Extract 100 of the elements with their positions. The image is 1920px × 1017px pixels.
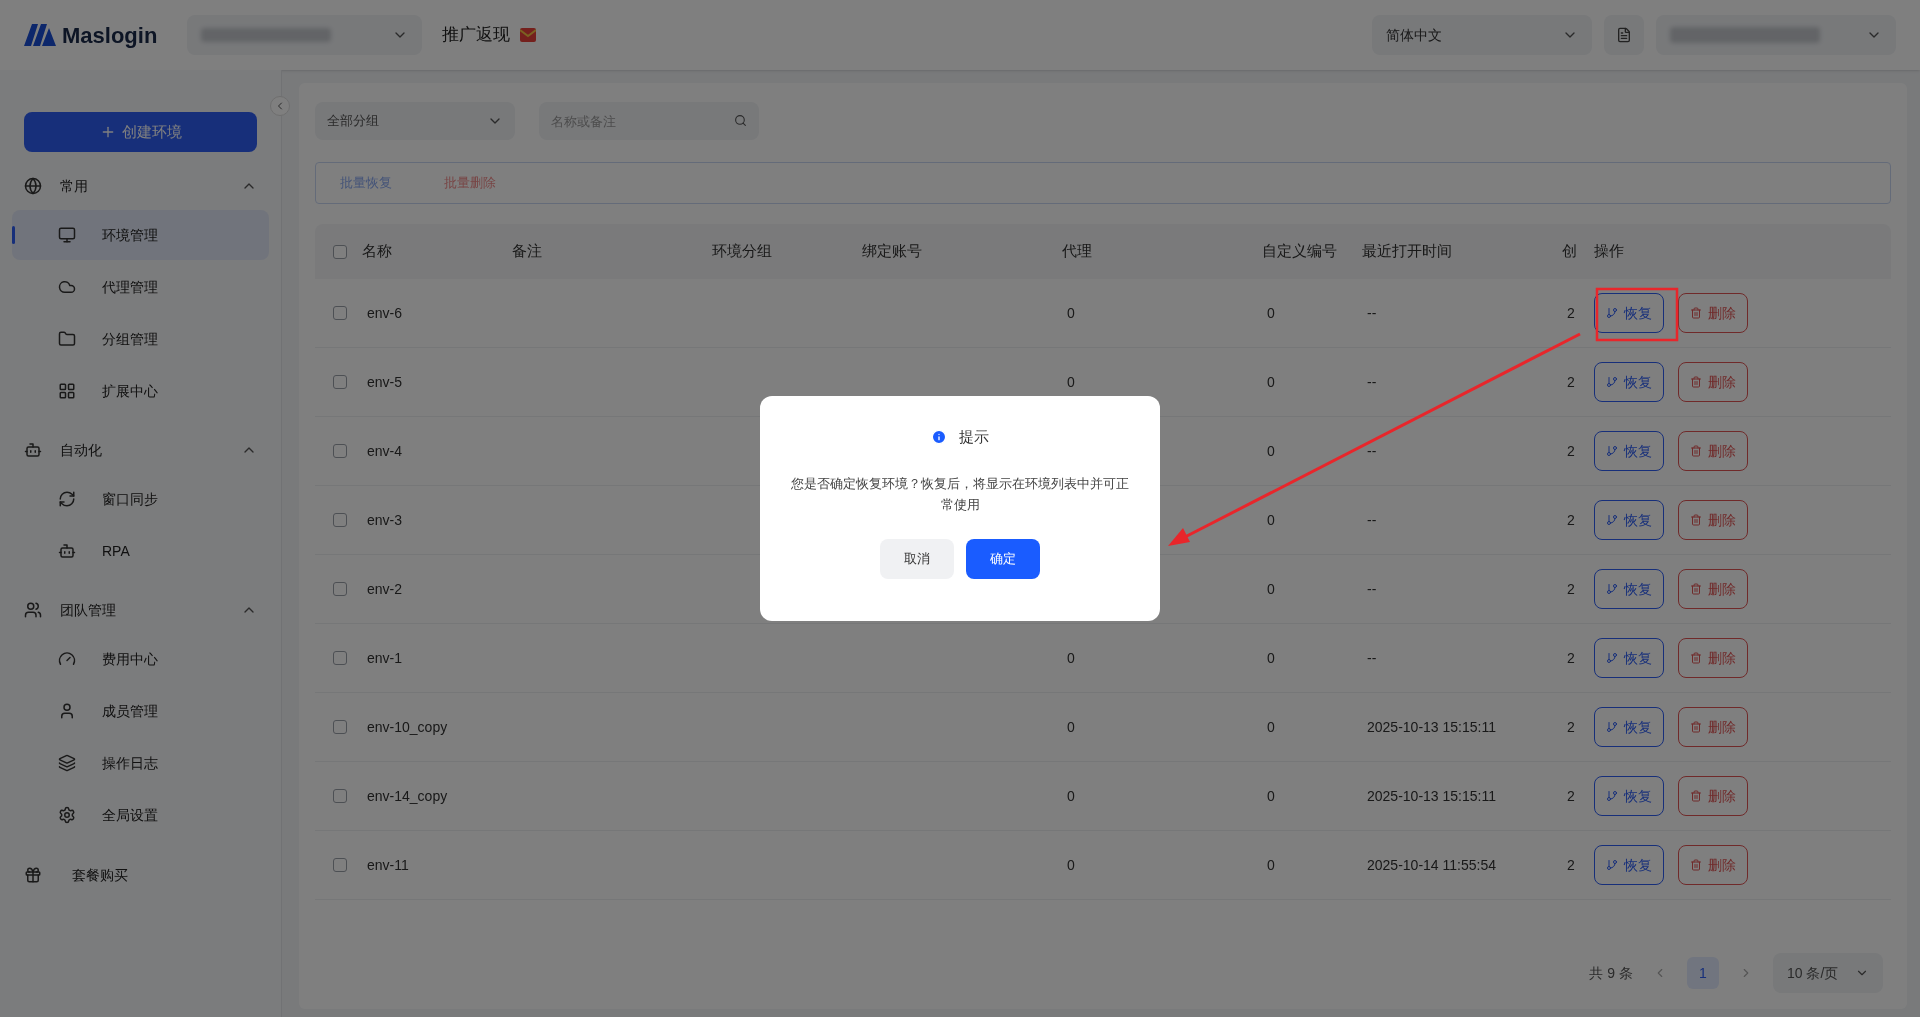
sidebar-item[interactable]: RPA: [12, 526, 269, 576]
sidebar-section[interactable]: 常用: [12, 164, 269, 208]
table-cell-text: 0: [1066, 648, 1075, 668]
restore-button[interactable]: 恢复: [1594, 845, 1664, 885]
checkbox[interactable]: [333, 582, 347, 596]
restore-button[interactable]: 恢复: [1594, 431, 1664, 471]
table-cell-text: --: [1366, 303, 1377, 323]
column-header: 绑定账号: [862, 241, 923, 262]
delete-button[interactable]: 删除: [1678, 569, 1748, 609]
table-cell-text: env-11: [366, 855, 410, 875]
column-header: 名称: [362, 241, 393, 262]
table-cell-text: 2: [1566, 786, 1575, 806]
sync-icon: [58, 490, 76, 508]
checkbox[interactable]: [333, 858, 347, 872]
table-cell-text: 0: [1066, 372, 1075, 392]
checkbox[interactable]: [333, 651, 347, 665]
table-cell-text: 2: [1566, 510, 1575, 530]
table-cell-text: 0: [1266, 510, 1275, 530]
table-cell-text: 2: [1566, 717, 1575, 737]
group-select[interactable]: 全部分组: [315, 102, 515, 140]
sidebar-item[interactable]: 分组管理: [12, 314, 269, 364]
delete-button[interactable]: 删除: [1678, 776, 1748, 816]
table-cell-text: 2025-10-13 15:15:11: [1366, 786, 1496, 806]
checkbox[interactable]: [333, 244, 347, 259]
sidebar-section[interactable]: 自动化: [12, 428, 269, 472]
user-select[interactable]: [1656, 15, 1896, 55]
table-cell-text: 0: [1066, 786, 1075, 806]
restore-button[interactable]: 恢复: [1594, 569, 1664, 609]
branch-icon: [1606, 721, 1618, 733]
users-icon: [24, 601, 42, 619]
language-select[interactable]: 简体中文: [1372, 15, 1592, 55]
cancel-button[interactable]: 取消: [880, 538, 954, 579]
robot-icon: [24, 441, 42, 459]
sidebar-item[interactable]: 全局设置: [12, 790, 269, 840]
column-header: 备注: [512, 241, 543, 262]
trash-icon: [1690, 583, 1702, 595]
page-button[interactable]: 1: [1687, 957, 1719, 989]
branch-icon: [1606, 859, 1618, 871]
delete-button[interactable]: 删除: [1678, 293, 1748, 333]
restore-button[interactable]: 恢复: [1594, 776, 1664, 816]
table-cell-text: --: [1366, 579, 1377, 599]
globe-icon: [24, 177, 42, 195]
sidebar-item[interactable]: 操作日志: [12, 738, 269, 788]
confirm-button[interactable]: 确定: [966, 538, 1040, 579]
checkbox[interactable]: [333, 306, 347, 320]
page-size-select[interactable]: 10 条/页: [1773, 953, 1883, 993]
table-cell-text: 2: [1566, 372, 1575, 392]
monitor-icon: [58, 226, 76, 244]
trash-icon: [1690, 721, 1702, 733]
table-cell-text: env-2: [366, 579, 404, 599]
delete-button[interactable]: 删除: [1678, 638, 1748, 678]
column-header: 环境分组: [712, 241, 773, 262]
layers-icon: [58, 754, 76, 772]
delete-button[interactable]: 删除: [1678, 845, 1748, 885]
restore-button[interactable]: 恢复: [1594, 500, 1664, 540]
sidebar-item[interactable]: 扩展中心: [12, 366, 269, 416]
checkbox[interactable]: [333, 720, 347, 734]
delete-button[interactable]: 删除: [1678, 431, 1748, 471]
sidebar-item[interactable]: 代理管理: [12, 262, 269, 312]
document-button[interactable]: [1604, 15, 1644, 55]
checkbox[interactable]: [333, 444, 347, 458]
delete-button[interactable]: 删除: [1678, 500, 1748, 540]
restore-button[interactable]: 恢复: [1594, 362, 1664, 402]
table-cell-text: 2: [1566, 855, 1575, 875]
delete-button[interactable]: 删除: [1678, 362, 1748, 402]
logo-icon: [24, 24, 56, 46]
gift-icon: [24, 866, 42, 884]
create-button[interactable]: 创建环境: [24, 112, 257, 152]
sidebar-item[interactable]: 环境管理: [12, 210, 269, 260]
cloud-icon: [58, 278, 76, 296]
dialog-title: 提示: [959, 427, 989, 447]
table-cell-text: --: [1366, 372, 1377, 392]
sidebar-item[interactable]: 窗口同步: [12, 474, 269, 524]
table-cell-text: --: [1366, 441, 1377, 461]
branch-icon: [1606, 376, 1618, 388]
checkbox[interactable]: [333, 513, 347, 527]
restore-button[interactable]: 恢复: [1594, 638, 1664, 678]
column-header: 自定义编号: [1262, 241, 1338, 262]
account-select[interactable]: [187, 15, 423, 55]
trash-icon: [1690, 445, 1702, 457]
sidebar-item[interactable]: 成员管理: [12, 686, 269, 736]
total-count: 共 9 条: [1589, 963, 1633, 983]
checkbox[interactable]: [333, 375, 347, 389]
column-header: 操作: [1594, 241, 1625, 262]
promo-link[interactable]: 推广返现: [442, 22, 511, 48]
sidebar-section[interactable]: 团队管理: [12, 588, 269, 632]
trash-icon: [1690, 307, 1702, 319]
table-cell-text: 0: [1266, 372, 1275, 392]
checkbox[interactable]: [333, 789, 347, 803]
gauge-icon: [58, 650, 76, 668]
table-cell-text: 2: [1566, 441, 1575, 461]
sidebar-item[interactable]: 费用中心: [12, 634, 269, 684]
grid-icon: [58, 382, 76, 400]
restore-button[interactable]: 恢复: [1594, 293, 1664, 333]
trash-icon: [1690, 652, 1702, 664]
restore-button[interactable]: 恢复: [1594, 707, 1664, 747]
delete-button[interactable]: 删除: [1678, 707, 1748, 747]
collapse-button[interactable]: [270, 96, 290, 116]
table-cell-text: env-4: [366, 441, 404, 461]
sidebar-item[interactable]: 套餐购买: [12, 850, 269, 900]
